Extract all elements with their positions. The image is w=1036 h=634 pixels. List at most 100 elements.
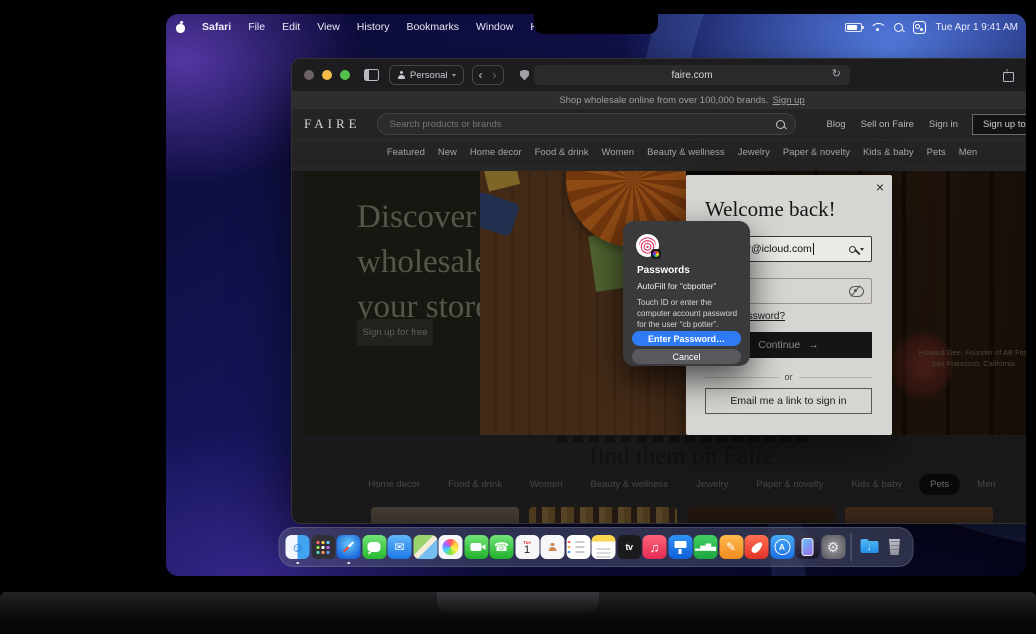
search-bar[interactable] <box>377 113 796 135</box>
arrow-right-icon: → <box>808 339 819 351</box>
nav-paper-novelty[interactable]: Paper & novelty <box>783 147 850 158</box>
menu-file[interactable]: File <box>248 21 265 33</box>
reminder-dots <box>568 541 571 544</box>
podium <box>674 541 686 548</box>
passwords-key-icon[interactable] <box>849 246 856 253</box>
show-password-eye-icon[interactable] <box>849 286 864 297</box>
app-store-a: A <box>774 539 790 555</box>
nav-home-decor[interactable]: Home decor <box>470 147 522 158</box>
dock-iphone-mirroring-icon[interactable] <box>796 535 820 559</box>
dock-maps-icon[interactable] <box>413 535 437 559</box>
dock-finder-icon[interactable]: ☺ <box>286 535 310 559</box>
address-bar[interactable]: faire.com ↻ <box>534 65 850 85</box>
wifi-icon[interactable] <box>872 23 884 32</box>
close-window-button[interactable] <box>304 70 314 80</box>
chevron-down-icon[interactable] <box>860 248 864 251</box>
faire-logo[interactable]: FAIRE <box>304 116 361 132</box>
dock-tv-icon[interactable]: tv <box>617 535 641 559</box>
enter-password-button[interactable]: Enter Password… <box>632 331 741 346</box>
privacy-shield-icon[interactable] <box>520 70 529 81</box>
menu-history[interactable]: History <box>357 21 390 33</box>
minimize-window-button[interactable] <box>322 70 332 80</box>
dock-photos-icon[interactable] <box>439 535 463 559</box>
battery-icon[interactable] <box>845 23 862 32</box>
speech-bubble <box>368 542 381 552</box>
cancel-button[interactable]: Cancel <box>632 349 741 364</box>
dock-notes-icon[interactable] <box>592 535 616 559</box>
close-icon[interactable]: × <box>876 179 884 195</box>
forward-button[interactable]: › <box>493 68 497 82</box>
search-input[interactable] <box>388 118 768 131</box>
menu-bookmarks[interactable]: Bookmarks <box>406 21 459 33</box>
dock-calendar-icon[interactable]: Tue1 <box>515 535 539 559</box>
dock-reminders-icon[interactable] <box>566 535 590 559</box>
link-sell-on-faire[interactable]: Sell on Faire <box>861 119 914 130</box>
launchpad-grid <box>322 546 325 549</box>
menu-bar: Safari File Edit View History Bookmarks … <box>176 17 552 37</box>
share-icon[interactable] <box>1001 69 1013 82</box>
profile-button[interactable]: Personal <box>389 65 464 85</box>
video-camera <box>471 543 482 551</box>
dock-trash-icon[interactable] <box>883 535 907 559</box>
rocket <box>749 540 763 554</box>
passwords-app-badge-icon <box>651 249 661 259</box>
menu-window[interactable]: Window <box>476 21 513 33</box>
or-divider: or <box>705 372 872 382</box>
reload-icon[interactable]: ↻ <box>832 67 841 80</box>
email-link-button[interactable]: Email me a link to sign in <box>705 388 872 414</box>
finder-face: ☺ <box>291 540 304 555</box>
dock-safari-icon[interactable] <box>337 535 361 559</box>
nav-pets[interactable]: Pets <box>927 147 946 158</box>
dock-contacts-icon[interactable] <box>541 535 565 559</box>
nav-jewelry[interactable]: Jewelry <box>738 147 770 158</box>
safari-toolbar: Personal ‹ › faire.com ↻ + <box>292 59 1026 91</box>
menu-bar-clock[interactable]: Tue Apr 1 9:41 AM <box>936 22 1018 33</box>
nav-food-drink[interactable]: Food & drink <box>535 147 589 158</box>
menu-edit[interactable]: Edit <box>282 21 300 33</box>
nav-women[interactable]: Women <box>602 147 635 158</box>
or-label: or <box>785 372 793 382</box>
desktop-wallpaper: Safari File Edit View History Bookmarks … <box>166 14 1026 576</box>
link-blog[interactable]: Blog <box>827 119 846 130</box>
dock-downloads-folder-icon[interactable]: ↓ <box>857 535 881 559</box>
spotlight-search-icon[interactable] <box>894 23 903 32</box>
dock-app-store-icon[interactable]: A <box>770 535 794 559</box>
dialog-body-text: Touch ID or enter the computer account p… <box>637 297 739 330</box>
dock-pages-icon[interactable]: ✎ <box>719 535 743 559</box>
modal-title: Welcome back! <box>705 197 836 222</box>
menu-safari[interactable]: Safari <box>202 21 231 33</box>
menu-view[interactable]: View <box>317 21 340 33</box>
category-nav: Featured New Home decor Food & drink Wom… <box>292 139 1026 164</box>
touch-id-fingerprint-icon <box>636 234 659 257</box>
dock-separator <box>851 533 852 561</box>
sidebar-toggle-icon[interactable] <box>364 69 379 81</box>
nav-new[interactable]: New <box>438 147 457 158</box>
maximize-window-button[interactable] <box>340 70 350 80</box>
control-center-icon[interactable] <box>913 21 926 34</box>
dock-system-settings-icon[interactable]: ⚙ <box>821 535 845 559</box>
nav-men[interactable]: Men <box>959 147 977 158</box>
dock-rocket-icon[interactable] <box>745 535 769 559</box>
dock-messages-icon[interactable] <box>362 535 386 559</box>
menu-bar-status: Tue Apr 1 9:41 AM <box>845 17 1018 37</box>
apple-logo-icon[interactable] <box>176 22 185 33</box>
dock-launchpad-icon[interactable] <box>311 535 335 559</box>
nav-kids-baby[interactable]: Kids & baby <box>863 147 914 158</box>
back-button[interactable]: ‹ <box>479 68 483 82</box>
nav-beauty-wellness[interactable]: Beauty & wellness <box>647 147 725 158</box>
calendar-day: 1 <box>524 545 530 556</box>
link-sign-in[interactable]: Sign in <box>929 119 958 130</box>
chevron-down-icon <box>452 74 456 77</box>
dock-numbers-icon[interactable]: ▂▅▇▄ <box>694 535 718 559</box>
sign-up-to-shop-button[interactable]: Sign up to shop <box>972 114 1026 135</box>
tv-logo: tv <box>625 542 632 552</box>
promo-signup-link[interactable]: Sign up <box>772 95 804 106</box>
dialog-app-name: Passwords <box>637 265 690 276</box>
dock-music-icon[interactable]: ♫ <box>643 535 667 559</box>
dock-phone-icon[interactable]: ☎ <box>490 535 514 559</box>
dock-facetime-icon[interactable] <box>464 535 488 559</box>
dock-mail-icon[interactable]: ✉ <box>388 535 412 559</box>
nav-featured[interactable]: Featured <box>387 147 425 158</box>
search-icon[interactable] <box>776 120 785 129</box>
dock-keynote-icon[interactable] <box>668 535 692 559</box>
